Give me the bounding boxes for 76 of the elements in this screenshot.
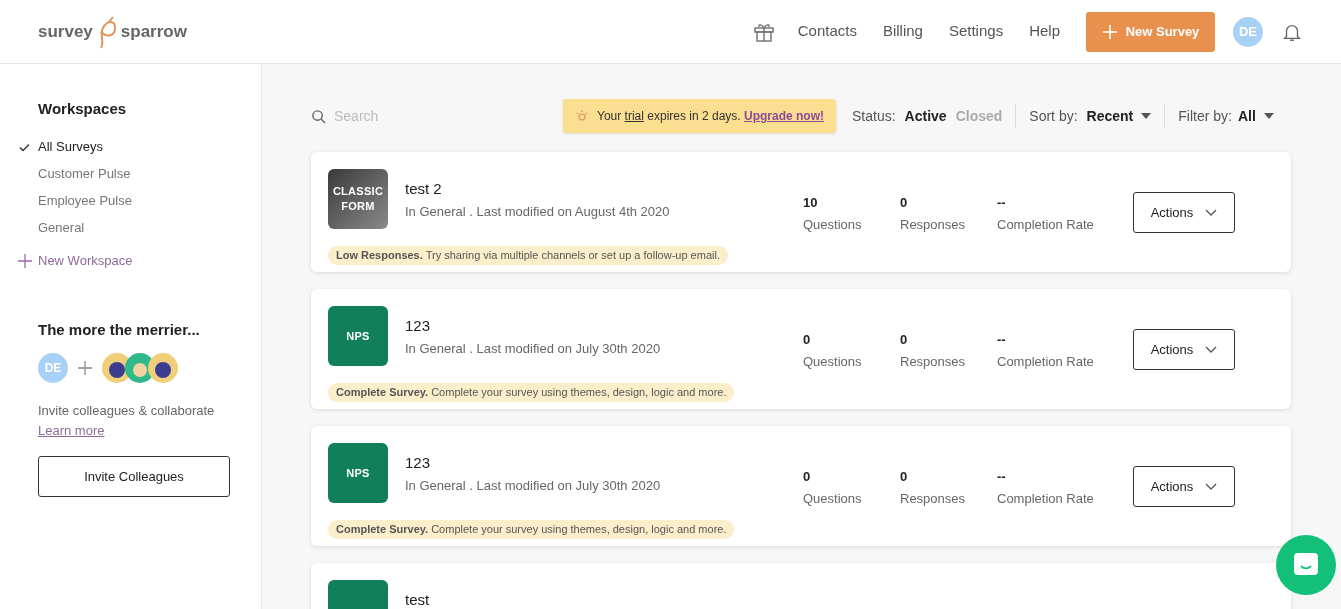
status-option[interactable]: Active <box>904 105 947 127</box>
filter-label: Filter by: <box>1178 106 1232 126</box>
upgrade-link[interactable]: Upgrade now! <box>744 109 824 123</box>
stat-value: 0 <box>900 331 909 349</box>
actions-button[interactable]: Actions <box>1133 192 1235 233</box>
plus-icon <box>18 254 32 268</box>
invite-colleagues-button[interactable]: Invite Colleagues <box>38 456 230 497</box>
user-avatar: DE <box>38 353 68 383</box>
thumbnail-label: CLASSIC <box>332 184 384 199</box>
survey-card[interactable]: test <box>311 563 1291 609</box>
nav-link[interactable]: Billing <box>882 20 923 43</box>
filter-dropdown[interactable]: All <box>1237 105 1274 127</box>
stat-label: Questions <box>803 215 863 234</box>
lightbulb-icon <box>575 109 589 123</box>
survey-card[interactable]: CLASSIC FORM test 2 In General . Last modified on August 4th 2020 10 Questions 0 Responses -- Completion Rate Actions Low Responses. Try sharing via multiple channels or set up a follow-up email. <box>311 152 1291 272</box>
workspace-item[interactable]: General <box>38 218 85 238</box>
search-field[interactable]: Search <box>334 105 534 127</box>
stat-value: 10 <box>803 194 819 212</box>
survey-meta: In General . Last modified on July 30th 2020 <box>405 477 662 495</box>
stat-label: Responses <box>900 489 967 508</box>
nav-link[interactable]: Settings <box>948 20 1004 43</box>
survey-card[interactable]: NPS 123 In General . Last modified on July 30th 2020 0 Questions 0 Responses -- Completion Rate Actions Complete Survey. Complete your survey using themes, design, logic and more. <box>311 289 1291 409</box>
stat-value: 0 <box>803 331 812 349</box>
survey-meta: In General . Last modified on July 30th 2020 <box>405 340 662 358</box>
stat-value: -- <box>997 194 1007 212</box>
thumbnail-label: NPS <box>346 465 370 481</box>
nav-link[interactable]: Help <box>1029 20 1060 43</box>
invite-title: The more the merrier... <box>38 319 201 340</box>
stat-label: Questions <box>803 352 863 371</box>
logo-text: survey <box>38 20 93 43</box>
survey-card[interactable]: NPS 123 In General . Last modified on July 30th 2020 0 Questions 0 Responses -- Completion Rate Actions Complete Survey. Complete your survey using themes, design, logic and more. <box>311 426 1291 546</box>
actions-button[interactable]: Actions <box>1133 466 1235 507</box>
survey-meta: In General . Last modified on August 4th 2020 <box>405 203 671 221</box>
survey-hint: Low Responses. Try sharing via multiple channels or set up a follow-up email. <box>328 246 728 265</box>
survey-name[interactable]: test 2 <box>405 179 803 199</box>
stat-value: -- <box>997 468 1007 486</box>
plus-icon <box>78 361 92 375</box>
stat-label: Completion Rate <box>997 489 1095 508</box>
stat-value: 0 <box>900 194 909 212</box>
caret-icon <box>1263 113 1274 119</box>
sidebar-title: Workspaces <box>38 99 128 119</box>
workspace-item[interactable]: Customer Pulse <box>38 164 131 184</box>
trial-message: Your trial expires in 2 days. Upgrade now! <box>597 108 824 125</box>
invite-text: Invite colleagues & collaborate <box>38 402 216 420</box>
thumbnail-label: FORM <box>341 199 375 214</box>
stat-label: Responses <box>900 215 967 234</box>
caret-icon <box>1141 113 1152 119</box>
stat-value: -- <box>997 331 1007 349</box>
actions-button[interactable]: Actions <box>1133 329 1235 370</box>
workspace-item[interactable]: Employee Pulse <box>38 191 132 211</box>
status-label: Status: <box>852 106 896 126</box>
plus-icon <box>1101 23 1118 40</box>
stat-value: 0 <box>900 468 909 486</box>
stat-label: Responses <box>900 352 967 371</box>
nav-link[interactable]: Contacts <box>797 20 857 43</box>
stat-value: 0 <box>803 468 812 486</box>
survey-name[interactable]: test <box>405 590 803 609</box>
new-workspace-link[interactable]: New Workspace <box>38 251 133 271</box>
sort-dropdown[interactable]: Recent <box>1086 105 1152 127</box>
thumbnail-label: NPS <box>346 328 370 344</box>
sort-label: Sort by: <box>1029 106 1078 126</box>
chevron-down-icon <box>1205 346 1218 353</box>
stat-label: Questions <box>803 489 863 508</box>
chevron-down-icon <box>1205 483 1218 490</box>
workspace-item[interactable]: All Surveys <box>38 137 104 157</box>
stat-label: Completion Rate <box>997 352 1095 371</box>
stat-label: Completion Rate <box>997 215 1095 234</box>
logo-text: sparrow <box>120 20 187 43</box>
check-icon <box>19 142 30 152</box>
survey-hint: Complete Survey. Complete your survey using themes, design, logic and more. <box>328 383 735 402</box>
survey-name[interactable]: 123 <box>405 453 803 473</box>
learn-more-link[interactable]: Learn more <box>38 420 105 440</box>
chevron-down-icon <box>1205 209 1218 216</box>
survey-hint: Complete Survey. Complete your survey using themes, design, logic and more. <box>328 520 735 539</box>
survey-name[interactable]: 123 <box>405 316 803 336</box>
search-icon <box>311 108 326 124</box>
